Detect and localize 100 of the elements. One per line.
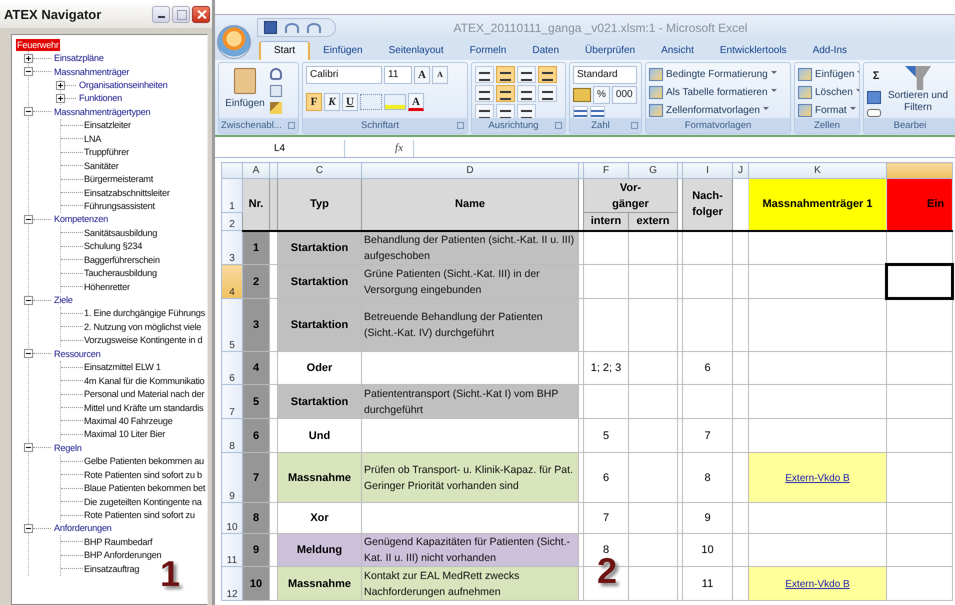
expander-toggle[interactable] [24, 296, 33, 305]
tree-item[interactable]: LNA [83, 132, 102, 145]
ribbon-tab[interactable]: Überprüfen [572, 42, 648, 60]
column-header[interactable]: C [278, 162, 362, 178]
tree-item[interactable]: Personal und Material nach der [83, 388, 206, 400]
row-header[interactable]: 7 [222, 384, 242, 418]
row-header[interactable]: 3 [222, 230, 242, 264]
tree-item[interactable]: Baggerführerschein [83, 254, 161, 266]
tree-item[interactable]: Regeln [53, 442, 83, 454]
column-header[interactable]: F [584, 162, 628, 178]
fill-color-icon[interactable] [384, 94, 406, 110]
tree-item[interactable]: Organisationseinheiten [78, 79, 168, 92]
italic-button[interactable]: K [324, 93, 340, 111]
expander-toggle[interactable] [24, 54, 33, 63]
tree-item[interactable]: Einsatzauftrag [83, 562, 140, 575]
row-header[interactable]: 9 [222, 452, 242, 502]
row-header[interactable]: 8 [222, 418, 242, 452]
column-header[interactable]: D [362, 162, 578, 178]
tree-item[interactable]: 4m Kanal für die Kommunikatio [83, 374, 206, 387]
thousands-button[interactable]: 000 [612, 86, 637, 104]
tree-item[interactable]: 1. Eine durchgängige Führungs [83, 307, 206, 320]
border-icon[interactable] [360, 94, 382, 110]
tree-item[interactable]: Rote Patienten sind sofort zu [83, 509, 196, 522]
tree-item[interactable]: Massnahmenträgertypen [53, 106, 152, 118]
font-field[interactable]: Calibri [306, 66, 382, 84]
tree-item[interactable]: Schulung §234 [83, 240, 144, 252]
row-header[interactable]: 5 [222, 298, 242, 352]
tree-item[interactable]: Vorzugsweise Kontingente in d [83, 334, 204, 346]
expander-toggle[interactable] [24, 67, 33, 76]
row-header[interactable]: 2 [222, 212, 242, 230]
ribbon-tab[interactable]: Seitenlayout [376, 42, 457, 60]
menu-button[interactable]: Bedingte Formatierung [649, 66, 777, 82]
name-box[interactable]: L4 [215, 140, 345, 156]
tree-item[interactable]: Anforderungen [53, 522, 113, 534]
expander-toggle[interactable] [24, 349, 33, 358]
tree-item[interactable]: Kompetenzen [53, 213, 109, 226]
ribbon-tab[interactable]: Daten [519, 42, 572, 60]
expander-toggle[interactable] [24, 443, 33, 452]
column-header[interactable]: J [732, 162, 748, 178]
align-button[interactable] [475, 85, 494, 102]
row-header[interactable]: 12 [222, 566, 242, 600]
underline-button[interactable]: U [342, 93, 358, 111]
align-button[interactable] [517, 66, 536, 83]
menu-button[interactable]: Als Tabelle formatieren [649, 84, 777, 100]
font-color-button[interactable]: A [408, 93, 424, 111]
number-format-field[interactable]: Standard [573, 66, 637, 84]
tree-item[interactable]: BHP Raumbedarf [83, 536, 154, 548]
bold-button[interactable]: F [306, 93, 322, 111]
tree-item[interactable]: Einsatzmittel ELW 1 [83, 361, 162, 374]
size-field[interactable]: 11 [384, 66, 412, 84]
ribbon-tab[interactable]: Start [259, 41, 310, 60]
column-header[interactable]: G [628, 162, 678, 178]
tree-item[interactable]: Maximal 40 Fahrzeuge [83, 414, 174, 427]
tree-item[interactable]: Einsatzpläne [53, 52, 105, 64]
tree-item[interactable]: Funktionen [78, 92, 123, 104]
menu-button[interactable]: Format [798, 102, 856, 118]
ribbon-tab[interactable]: Add-Ins [800, 42, 860, 60]
tree-item[interactable]: Taucherausbildung [83, 267, 158, 280]
tree-item[interactable]: 2. Nutzung von möglichst viele [83, 320, 202, 333]
align-button[interactable] [475, 66, 494, 83]
align-button[interactable] [538, 66, 557, 83]
function-button[interactable]: fx [349, 142, 409, 154]
tree-item[interactable]: Mittel und Kräfte um standardis [83, 402, 204, 414]
tree-item[interactable]: Gelbe Patienten bekommen au [83, 455, 205, 468]
row-header[interactable]: 6 [222, 352, 242, 384]
tree-item[interactable]: Einsatzleiter [83, 119, 132, 132]
tree-item[interactable]: Rote Patienten sind sofort zu b [83, 468, 203, 481]
tree-item[interactable]: Massnahmenträger [53, 66, 130, 78]
expander-toggle[interactable] [24, 107, 33, 116]
ribbon-tab[interactable]: Ansicht [648, 42, 707, 60]
tree-item[interactable]: Ziele [53, 294, 74, 306]
tree-item[interactable]: Die zugeteilten Kontingente na [83, 496, 203, 508]
link[interactable]: Extern-Vkdo B [785, 472, 850, 484]
expander-toggle[interactable] [24, 524, 33, 533]
expander-toggle[interactable] [56, 94, 65, 103]
tree-item[interactable]: Höhenretter [83, 280, 131, 293]
align-button[interactable] [538, 85, 557, 102]
expander-toggle[interactable] [56, 80, 65, 90]
tree-item[interactable]: Feuerwehr [16, 38, 60, 51]
expander-toggle[interactable] [24, 214, 33, 224]
sort-filter-button[interactable]: Sortieren und Filtern [887, 66, 949, 114]
grow-font-button[interactable]: A [414, 66, 430, 84]
tree-item[interactable]: Führungsassistent [83, 200, 156, 212]
align-button[interactable] [517, 85, 536, 102]
shrink-font-button[interactable]: A [432, 66, 448, 84]
tree-item[interactable]: Maximal 10 Liter Bier [83, 428, 166, 440]
tree-item[interactable]: Ressourcen [53, 348, 102, 360]
tree-item[interactable]: Truppführer [83, 146, 130, 158]
ribbon-tab[interactable]: Einfügen [310, 42, 376, 60]
tree-item[interactable]: Bürgermeisteramt [83, 173, 154, 186]
tree-item[interactable]: Sanitätsausbildung [83, 226, 158, 239]
row-header[interactable]: 4 [222, 264, 242, 298]
column-header[interactable]: A [242, 162, 270, 178]
autosum-button[interactable]: Σ [867, 68, 885, 86]
align-button[interactable] [496, 85, 515, 102]
row-header[interactable]: 10 [222, 502, 242, 534]
link[interactable]: Extern-Vkdo B [785, 578, 850, 590]
column-header[interactable]: I [682, 162, 732, 178]
tree-item[interactable]: Einsatzabschnittsleiter [83, 186, 171, 199]
align-button[interactable] [496, 66, 515, 83]
